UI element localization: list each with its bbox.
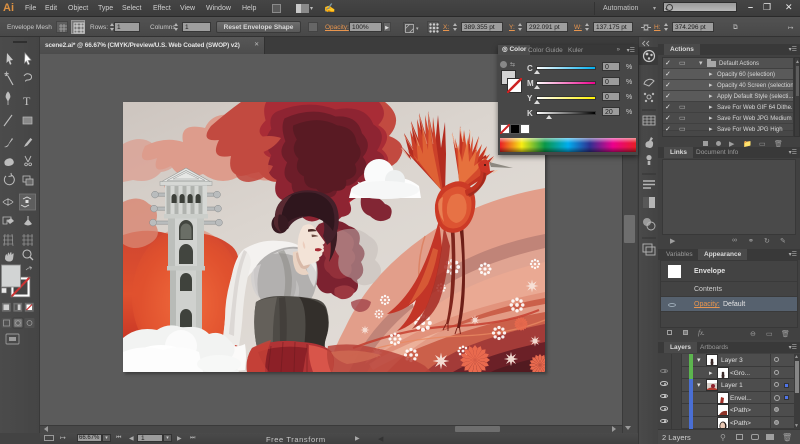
svg-text:T: T bbox=[23, 94, 31, 108]
